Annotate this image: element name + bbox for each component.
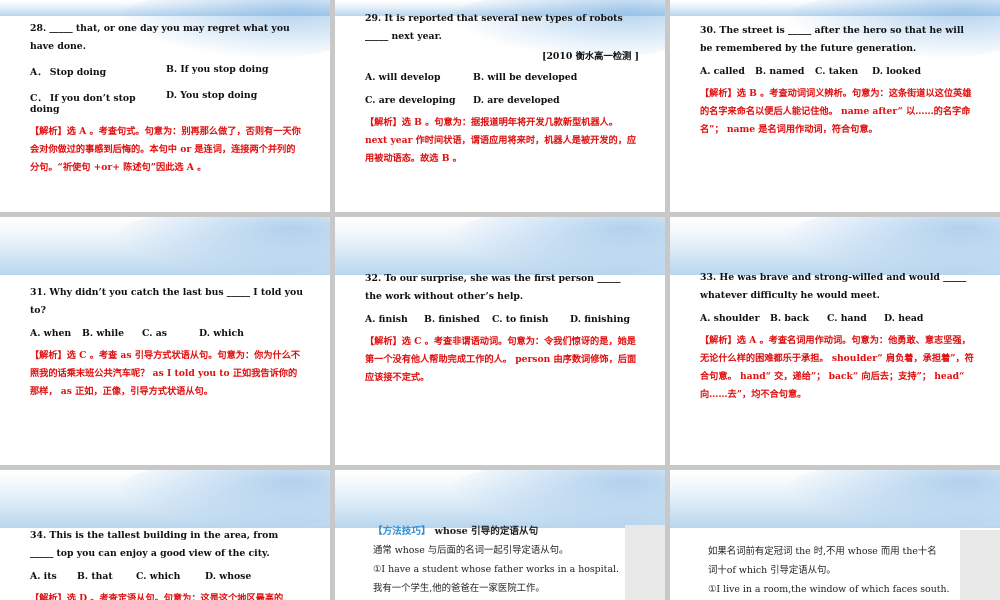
slide-header-band [335, 217, 665, 277]
question-text: 28. _____ that, or one day you may regre… [30, 23, 290, 52]
option-d: D. looked [872, 66, 921, 77]
option-d: D. whose [205, 571, 252, 582]
option-c: C. hand [827, 313, 867, 324]
option-a: A． Stop doing [30, 67, 107, 78]
question-text: 30. The street is _____ after the hero s… [700, 25, 964, 54]
option-b: B. will be developed [473, 72, 578, 83]
tip-line: 通常 whose 与后面的名词一起引导定语从句。 [373, 545, 569, 556]
option-b: B. that [77, 571, 113, 582]
explanation-text: 【解析】选 C 。考查 as 引导方式状语从句。句意为：你为什么不照我的话乘末班… [30, 350, 301, 397]
option-d: D. which [199, 328, 244, 339]
option-c: C. as [142, 328, 167, 339]
option-a: A. called [700, 66, 745, 77]
slide-q32: 32. To our surprise, she was the first p… [335, 217, 665, 465]
slide-header-band [335, 470, 665, 530]
option-b: B. while [82, 328, 125, 339]
option-d: D. You stop doing [166, 90, 258, 101]
option-c: C. taken [815, 66, 859, 77]
slide-q29: 29. It is reported that several new type… [335, 0, 665, 212]
explanation-text: 【解析】选 B 。句意为：据报道明年将开发几款新型机器人。next year 作… [365, 117, 637, 164]
option-a: A. when [30, 328, 72, 339]
option-b: B. If you stop doing [166, 64, 269, 75]
question-text: 33. He was brave and strong-willed and w… [700, 272, 967, 301]
explanation-text: 【解析】选 C 。考查非谓语动词。句意为：令我们惊讶的是，她是第一个没有他人帮助… [365, 336, 637, 383]
slide-header-band [0, 470, 330, 530]
option-a: A. shoulder [700, 313, 760, 324]
tip-line: ①I have a student whose father works in … [373, 564, 620, 575]
option-d: D. head [884, 313, 924, 324]
tip-tag: 【方法技巧】 [373, 526, 431, 537]
source-label: [2010 衡水高一检测 ] [542, 51, 639, 62]
slide-q28: 28. _____ that, or one day you may regre… [0, 0, 330, 212]
tip-line: ①I live in a room,the window of which fa… [708, 584, 950, 595]
slide-q33: 33. He was brave and strong-willed and w… [670, 217, 1000, 465]
slide-header-band [0, 217, 330, 277]
explanation-text: 【解析】选 B 。考查动词词义辨析。句意为：这条街道以这位英雄的名字来命名以便后… [700, 88, 972, 135]
question-text: 29. It is reported that several new type… [365, 13, 623, 42]
option-c: C. to finish [492, 314, 549, 325]
option-d: D. are developed [473, 95, 560, 106]
explanation-text: 【解析】选 D 。考查定语从句。句意为：这是这个地区最高的 [30, 593, 284, 600]
explanation-text: 【解析】选 A 。考查句式。句意为：别再那么做了，否则有一天你会对你做过的事感到… [30, 126, 301, 173]
slide-header-band [0, 0, 330, 60]
option-c: C. are developing [365, 95, 456, 106]
option-b: B. finished [424, 314, 480, 325]
slide-q34: 34. This is the tallest building in the … [0, 470, 330, 600]
question-text: 31. Why didn’t you catch the last bus __… [30, 287, 303, 316]
slide-method-tip: 【方法技巧】 whose 引导的定语从句 通常 whose 与后面的名词一起引导定… [335, 470, 665, 600]
option-a: A. its [30, 571, 57, 582]
slide-header-band [670, 470, 1000, 530]
option-b: B. named [755, 66, 805, 77]
slide-q31: 31. Why didn’t you catch the last bus __… [0, 217, 330, 465]
explanation-text: 【解析】选 A 。考查名词用作动词。句意为：他勇敢、意志坚强，无论什么样的困难都… [700, 335, 974, 400]
tip-line: 词十of which 引导定语从句。 [708, 565, 836, 576]
option-c: C． If you don’t stop doing [30, 93, 136, 115]
question-text: 34. This is the tallest building in the … [30, 530, 279, 559]
tip-title: whose 引导的定语从句 [434, 526, 539, 537]
question-text: 32. To our surprise, she was the first p… [365, 273, 621, 302]
slide-header-band [670, 0, 1000, 60]
option-d: D. finishing [570, 314, 631, 325]
slide-method-tip-continued: 如果名词前有定冠词 the 时,不用 whose 而用 the十名 词十of w… [670, 470, 1000, 600]
option-b: B. back [770, 313, 809, 324]
option-a: A. will develop [365, 72, 441, 83]
slide-q30: 30. The street is _____ after the hero s… [670, 0, 1000, 212]
tip-line: 我有一个学生,他的爸爸在一家医院工作。 [373, 583, 545, 594]
tip-line: 如果名词前有定冠词 the 时,不用 whose 而用 the十名 [708, 546, 937, 557]
tip-heading: 【方法技巧】 whose 引导的定语从句 [373, 522, 655, 541]
option-a: A. finish [365, 314, 408, 325]
slide-header-band [670, 217, 1000, 277]
option-c: C. which [136, 571, 181, 582]
